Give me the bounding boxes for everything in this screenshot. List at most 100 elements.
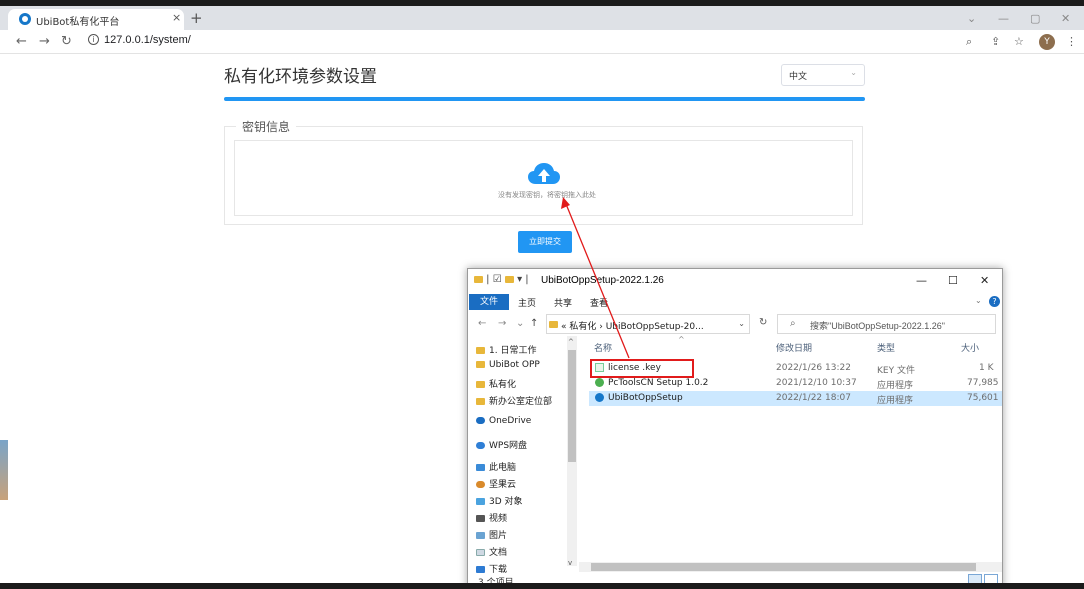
file-row[interactable]: PcToolsCN Setup 1.0.2 2021/12/10 10:37 应… bbox=[589, 376, 1002, 391]
nav-label: 坚果云 bbox=[489, 480, 517, 490]
sort-indicator-icon: ^ bbox=[678, 335, 685, 344]
nav-item-ubibot-opp[interactable]: UbiBot OPP bbox=[476, 360, 540, 370]
browser-tab[interactable]: UbiBot私有化平台 × bbox=[8, 9, 184, 30]
scroll-down-icon[interactable]: v bbox=[568, 559, 572, 567]
zoom-icon[interactable]: ⌕ bbox=[966, 35, 972, 49]
language-value: 中文 bbox=[789, 72, 808, 82]
nav-label: 新办公室定位部 bbox=[489, 397, 553, 407]
progress-bar bbox=[224, 97, 865, 101]
nav-item-onedrive[interactable]: OneDrive bbox=[476, 416, 531, 426]
nav-item-new-office[interactable]: 新办公室定位部 bbox=[476, 394, 552, 407]
folder-pinned-icon bbox=[476, 347, 485, 354]
explorer-path-bar[interactable]: « 私有化 › UbiBotOppSetup-20... ⌄ bbox=[546, 314, 750, 334]
path-dropdown-icon[interactable]: ⌄ bbox=[738, 319, 745, 328]
column-header-size[interactable]: 大小 bbox=[961, 341, 979, 354]
nav-item-pictures[interactable]: 图片 bbox=[476, 528, 507, 541]
search-icon: ⌕ bbox=[790, 318, 796, 329]
ribbon-tab-share[interactable]: 共享 bbox=[554, 296, 572, 309]
back-arrow-icon[interactable]: ← bbox=[16, 34, 27, 49]
nav-scrollbar[interactable] bbox=[567, 336, 577, 566]
file-row[interactable]: UbiBotOppSetup 2022/1/22 18:07 应用程序 75,6… bbox=[589, 391, 1002, 406]
close-window-icon[interactable]: ✕ bbox=[1061, 12, 1070, 25]
nav-label: 3D 对象 bbox=[489, 497, 523, 507]
nav-item-documents[interactable]: 文档 bbox=[476, 545, 507, 558]
url-field[interactable]: i 127.0.0.1/system/ bbox=[82, 33, 942, 51]
quick-access-toolbar[interactable]: | ☑ ▾ | bbox=[474, 274, 529, 285]
app-icon bbox=[595, 378, 604, 387]
explorer-back-icon[interactable]: ← bbox=[478, 318, 486, 329]
nav-scroll-thumb[interactable] bbox=[568, 350, 576, 462]
ubibot-app-icon bbox=[595, 393, 604, 402]
reload-icon[interactable]: ↻ bbox=[61, 34, 72, 49]
refresh-icon[interactable]: ↻ bbox=[759, 317, 767, 328]
recent-locations-icon[interactable]: ⌄ bbox=[516, 318, 524, 329]
bookmark-star-icon[interactable]: ☆ bbox=[1014, 35, 1024, 48]
tab-title: UbiBot私有化平台 bbox=[36, 17, 120, 28]
cloud-icon bbox=[476, 417, 485, 424]
dropdown-arrow-icon[interactable]: ▾ bbox=[517, 274, 522, 285]
share-icon[interactable]: ⇪ bbox=[991, 35, 1000, 48]
nav-item-downloads[interactable]: 下载 bbox=[476, 562, 507, 575]
tab-search-icon[interactable]: ⌄ bbox=[967, 12, 976, 25]
language-select[interactable]: 中文 ⌄ bbox=[781, 64, 865, 86]
new-folder-icon[interactable] bbox=[504, 275, 514, 283]
explorer-search-box[interactable]: ⌕ 搜索"UbiBotOppSetup-2022.1.26" bbox=[777, 314, 996, 334]
cloud-icon bbox=[476, 442, 485, 449]
file-type: 应用程序 bbox=[877, 396, 914, 406]
file-date: 2022/1/26 13:22 bbox=[776, 363, 851, 373]
ribbon-tab-view[interactable]: 查看 bbox=[590, 296, 608, 309]
file-size: 75,601 K bbox=[967, 393, 1002, 403]
nav-item-wps[interactable]: WPS网盘 bbox=[476, 438, 527, 451]
drop-hint: 没有发现密钥，将密钥拖入此处 bbox=[0, 190, 1084, 200]
nav-item-videos[interactable]: 视频 bbox=[476, 511, 507, 524]
menu-kebab-icon[interactable]: ⋮ bbox=[1066, 35, 1077, 48]
horizontal-scrollbar[interactable] bbox=[579, 562, 1002, 572]
annotation-highlight-box bbox=[590, 359, 694, 378]
site-info-icon[interactable]: i bbox=[88, 34, 99, 45]
help-icon[interactable]: ? bbox=[989, 296, 1000, 307]
ribbon-tab-file[interactable]: 文件 bbox=[469, 294, 509, 310]
explorer-title: UbiBotOppSetup-2022.1.26 bbox=[541, 275, 664, 286]
page-title: 私有化环境参数设置 bbox=[224, 67, 377, 87]
nav-label: 私有化 bbox=[489, 380, 517, 390]
submit-button[interactable]: 立即提交 bbox=[518, 231, 572, 253]
url-text: 127.0.0.1/system/ bbox=[104, 34, 191, 46]
tab-close-icon[interactable]: × bbox=[172, 11, 181, 24]
restore-icon[interactable]: ▢ bbox=[1030, 12, 1040, 25]
computer-icon bbox=[476, 464, 485, 471]
explorer-maximize-icon[interactable]: ☐ bbox=[948, 274, 958, 287]
profile-avatar[interactable]: Y bbox=[1039, 34, 1055, 50]
file-explorer-window[interactable]: | ☑ ▾ | UbiBotOppSetup-2022.1.26 — ☐ ✕ 文… bbox=[467, 268, 1003, 589]
minimize-icon[interactable]: — bbox=[998, 12, 1009, 25]
column-header-type[interactable]: 类型 bbox=[877, 341, 895, 354]
ribbon-tab-home[interactable]: 主页 bbox=[518, 296, 536, 309]
document-icon bbox=[476, 549, 485, 556]
nav-item-this-pc[interactable]: 此电脑 bbox=[476, 460, 516, 473]
taskbar bbox=[0, 583, 1084, 589]
nav-label: OneDrive bbox=[489, 416, 532, 426]
explorer-close-icon[interactable]: ✕ bbox=[980, 274, 989, 287]
scroll-up-icon[interactable]: ^ bbox=[568, 338, 574, 346]
explorer-minimize-icon[interactable]: — bbox=[916, 274, 927, 287]
file-size: 77,985 K bbox=[967, 378, 1002, 388]
nav-item-3d-objects[interactable]: 3D 对象 bbox=[476, 494, 523, 507]
path-text: « 私有化 › UbiBotOppSetup-20... bbox=[561, 322, 704, 332]
explorer-forward-icon[interactable]: → bbox=[498, 318, 506, 329]
folder-icon bbox=[474, 275, 483, 283]
nav-item-daily-work[interactable]: 1. 日常工作 bbox=[476, 343, 536, 356]
column-header-date[interactable]: 修改日期 bbox=[776, 341, 812, 354]
horizontal-scroll-thumb[interactable] bbox=[591, 563, 976, 571]
nut-icon bbox=[476, 481, 485, 488]
nav-item-private[interactable]: 私有化 bbox=[476, 377, 516, 390]
video-icon bbox=[476, 515, 485, 522]
ribbon-expand-icon[interactable]: ⌄ bbox=[975, 296, 982, 305]
nav-label: 图片 bbox=[489, 531, 508, 541]
nav-item-jianguoyun[interactable]: 坚果云 bbox=[476, 477, 516, 490]
file-date: 2022/1/22 18:07 bbox=[776, 393, 851, 403]
column-header-name[interactable]: 名称 bbox=[594, 341, 612, 354]
checkbox-icon[interactable]: ☑ bbox=[493, 274, 502, 285]
ubibot-favicon-icon bbox=[19, 13, 31, 25]
new-tab-button[interactable]: + bbox=[190, 9, 203, 27]
forward-arrow-icon[interactable]: → bbox=[39, 34, 50, 49]
up-arrow-icon[interactable]: ↑ bbox=[530, 318, 538, 329]
